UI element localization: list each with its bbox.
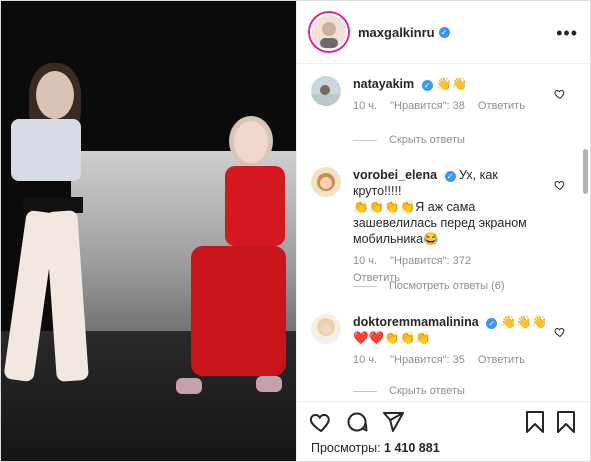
author-username[interactable]: maxgalkinru — [358, 25, 435, 40]
child-shoe-left — [176, 378, 202, 394]
hide-replies-link[interactable]: Скрыть ответы — [353, 385, 465, 397]
comment-likes[interactable]: "Нравится": 35 — [390, 354, 465, 366]
avatar-image — [311, 314, 341, 344]
avatar-image — [311, 167, 341, 197]
comment-time[interactable]: 10 ч. — [353, 100, 377, 112]
video-frame[interactable] — [1, 1, 296, 461]
girl-top — [11, 119, 81, 181]
views-value: 1 410 881 — [384, 441, 440, 455]
heart-icon[interactable] — [554, 326, 566, 338]
hide-replies-link[interactable]: Скрыть ответы — [353, 134, 465, 146]
replies-line — [353, 390, 377, 392]
bookmark-icon[interactable] — [523, 410, 547, 434]
comment-likes[interactable]: "Нравится": 372 — [390, 255, 471, 267]
comment-item: vorobei_elena ✓ Ух, как круто!!!!! 👏👏👏👏Я… — [311, 167, 566, 284]
comment-time[interactable]: 10 ч. — [353, 255, 377, 267]
comment-meta: 10 ч. "Нравится": 35 Ответить — [353, 352, 548, 368]
comments-list[interactable]: natayakim ✓ 👋👋 10 ч. "Нравится": 38 Отве… — [297, 64, 590, 399]
heart-icon[interactable] — [554, 88, 566, 100]
comment-text-line: 👏👏👏👏Я аж сама — [353, 200, 476, 214]
commenter-avatar[interactable] — [311, 76, 341, 106]
verified-icon: ✓ — [438, 26, 450, 38]
verified-icon: ✓ — [421, 80, 433, 91]
child-pants — [191, 246, 286, 376]
heart-icon[interactable] — [554, 179, 566, 191]
comment-meta: 10 ч. "Нравится": 372 — [353, 253, 548, 269]
views-label: Просмотры: — [311, 441, 381, 455]
comment-username[interactable]: natayakim — [353, 77, 414, 91]
instagram-post: maxgalkinru ✓ ••• natayakim ✓ 👋👋 10 ч. "… — [0, 0, 591, 462]
replies-label: Скрыть ответы — [389, 385, 465, 397]
comment-content: vorobei_elena ✓ Ух, как круто!!!!! 👏👏👏👏Я… — [353, 167, 548, 286]
comment-username[interactable]: doktoremmamalinina — [353, 315, 479, 329]
child-shoe-right — [256, 376, 282, 392]
post-header: maxgalkinru ✓ ••• — [297, 1, 590, 64]
comment-item: doktoremmamalinina ✓ 👋👋👋 ❤️❤️👏👏👏 10 ч. "… — [311, 314, 566, 384]
views-count: Просмотры: 1 410 881 — [311, 441, 440, 455]
bookmark-icon[interactable] — [554, 410, 578, 434]
comment-content: doktoremmamalinina ✓ 👋👋👋 ❤️❤️👏👏👏 10 ч. "… — [353, 314, 548, 368]
verified-icon: ✓ — [444, 171, 456, 182]
comment-username[interactable]: vorobei_elena — [353, 168, 437, 182]
action-bar — [297, 401, 590, 442]
share-icon[interactable] — [381, 410, 405, 434]
verified-icon: ✓ — [486, 318, 498, 329]
view-replies-link[interactable]: Посмотреть ответы (6) — [353, 280, 505, 292]
commenter-avatar[interactable] — [311, 167, 341, 197]
comment-meta: 10 ч. "Нравится": 38 Ответить — [353, 98, 548, 114]
comment-item: natayakim ✓ 👋👋 10 ч. "Нравится": 38 Отве… — [311, 76, 566, 141]
scrollbar-thumb[interactable] — [583, 149, 588, 194]
avatar-image — [312, 15, 346, 49]
replies-line — [353, 139, 377, 141]
comment-icon[interactable] — [345, 410, 369, 434]
replies-label: Скрыть ответы — [389, 134, 465, 146]
avatar-image — [311, 76, 341, 106]
replies-line — [353, 285, 377, 287]
reply-button[interactable]: Ответить — [478, 100, 525, 112]
comment-text-line: зашевелилась перед экраном — [353, 216, 527, 230]
comment-time[interactable]: 10 ч. — [353, 354, 377, 366]
replies-label: Посмотреть ответы (6) — [389, 280, 505, 292]
comment-likes[interactable]: "Нравится": 38 — [390, 100, 465, 112]
comment-text-line: ❤️❤️👏👏👏 — [353, 331, 431, 345]
more-icon[interactable]: ••• — [556, 23, 578, 44]
post-panel: maxgalkinru ✓ ••• natayakim ✓ 👋👋 10 ч. "… — [296, 1, 590, 461]
author-avatar[interactable] — [310, 13, 348, 51]
girl-face — [36, 71, 74, 119]
child-face — [234, 121, 268, 163]
reply-button[interactable]: Ответить — [478, 354, 525, 366]
heart-icon[interactable] — [309, 410, 333, 434]
comment-content: natayakim ✓ 👋👋 10 ч. "Нравится": 38 Отве… — [353, 76, 548, 114]
comment-emoji: 👋👋 — [436, 77, 468, 91]
child-top — [225, 166, 285, 246]
comment-emoji: 👋👋👋 — [500, 315, 548, 329]
commenter-avatar[interactable] — [311, 314, 341, 344]
comment-text-line: мобильника😂 — [353, 232, 439, 246]
